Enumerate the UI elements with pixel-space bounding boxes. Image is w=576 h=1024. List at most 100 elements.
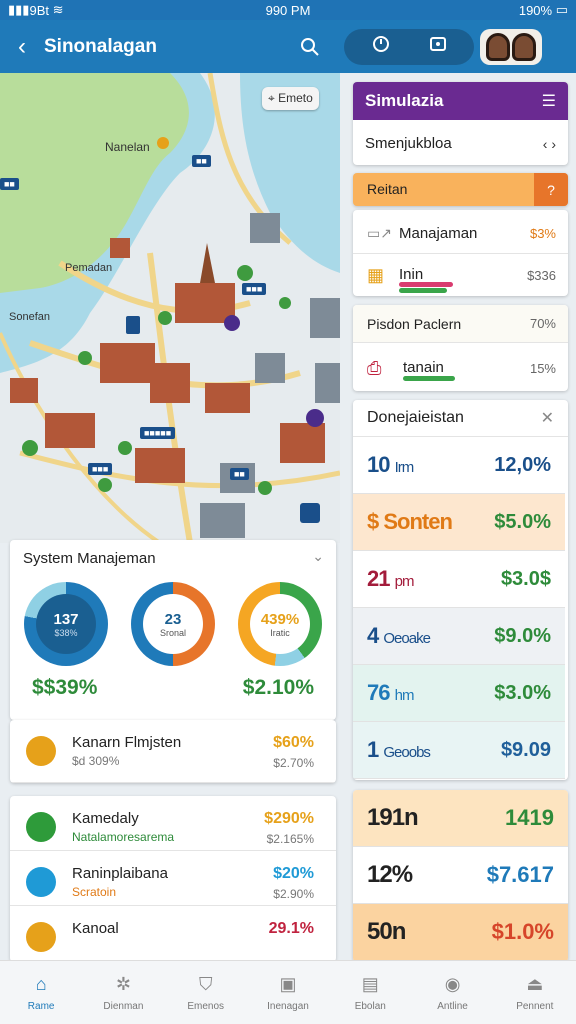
map-locate-button[interactable]: ⌖ Emeto — [262, 87, 319, 110]
nav-item[interactable]: ⌂ Rame — [0, 961, 82, 1024]
simulation-subheader: Smenjukbloa ‹ › — [353, 122, 568, 165]
donut-sub: Iratic — [270, 627, 290, 638]
chevron-down-icon[interactable]: ⌄ — [312, 548, 324, 565]
map-pin-icon: ⌖ — [268, 91, 279, 105]
list-item[interactable]: Kanarn Flmjsten $d 309% $60% $2.70% — [10, 720, 336, 783]
list-card: Kanarn Flmjsten $d 309% $60% $2.70% — [10, 720, 336, 783]
app-bar: ‹ Sinonalagan — [0, 20, 576, 73]
stat-row[interactable]: 50n $1.0% — [353, 904, 568, 961]
nav-label: Rame — [27, 1001, 55, 1012]
system-title: System Manajeman — [23, 550, 156, 567]
packet-row-label: tanain — [403, 359, 444, 376]
list-item-title: Raninplaibana — [72, 865, 168, 882]
packet-title-value: 70% — [529, 316, 556, 331]
list-item-value: $60% — [273, 734, 314, 751]
simulation-title: Simulazia — [365, 91, 444, 110]
list-item-subvalue: $2.90% — [273, 887, 314, 901]
list-item-subtitle: Natalamoresarema — [72, 830, 175, 844]
box-icon — [26, 922, 56, 952]
page-title: Sinonalagan — [44, 35, 157, 57]
donut-chart: 23 Sronal — [131, 582, 215, 666]
donej-row-label: 21 pm — [367, 566, 414, 591]
map-label: Sonefan — [9, 311, 50, 323]
avatar — [486, 32, 510, 61]
donej-title: Donejaieistan — [367, 409, 464, 426]
nav-item[interactable]: ✲ Dienman — [82, 961, 164, 1024]
list-item[interactable]: Kanoal 29.1% — [10, 906, 336, 961]
donut-center: 23 Sronal — [143, 594, 203, 654]
list-item[interactable]: Kamedaly Natalamoresarema $290% $2.165% — [10, 796, 336, 851]
donej-header: Donejaieistan ✕ — [353, 400, 568, 437]
donej-row[interactable]: $ Sonten $5.0% — [353, 494, 565, 551]
compass-icon: ◉ — [444, 973, 461, 994]
nav-item[interactable]: ⛉ Emenos — [165, 961, 247, 1024]
packet-row-value: 15% — [529, 360, 556, 376]
inin-value: $336 — [527, 267, 556, 283]
header-action-group — [344, 28, 474, 65]
donej-row-value: $5.0% — [494, 510, 551, 533]
help-icon[interactable]: ? — [534, 173, 568, 206]
management-row[interactable]: ▭↗ Manajaman $3% — [353, 214, 568, 254]
map-label: Nanelan — [105, 140, 150, 154]
close-icon[interactable]: ✕ — [541, 408, 568, 428]
list-item-value: 29.1% — [268, 920, 314, 937]
nav-arrows-icon[interactable]: ‹ › — [543, 136, 556, 152]
orange-banner[interactable]: Reitan ? — [353, 173, 568, 206]
search-icon[interactable] — [294, 31, 326, 63]
nav-label: Antline — [437, 1001, 468, 1012]
nav-label: Pennent — [516, 1001, 554, 1012]
nav-item[interactable]: ▣ Inenagan — [247, 961, 329, 1024]
donej-row[interactable]: 10 Irm 12,0% — [353, 437, 565, 494]
donej-row-label: 4 Oeoake — [367, 623, 431, 648]
city-map[interactable]: ⌖ Emeto Nanelan Pemadan Sonefan ■■ ■■ ■■… — [0, 73, 340, 543]
progress-bar — [403, 376, 455, 381]
packet-row[interactable]: ⎙ tanain 15% — [353, 345, 568, 391]
donut-sub: $38% — [54, 627, 78, 638]
bottom-nav: ⌂ Rame ✲ Dienman ⛉ Emenos ▣ Inenagan ▤ Ebolan ◉ Ant… — [0, 960, 576, 1024]
donut-main: 439% — [260, 610, 300, 628]
list-item-subvalue: $2.70% — [273, 756, 314, 770]
map-badge: ■■■ — [242, 283, 267, 295]
donej-table: Donejaieistan ✕ 10 Irm 12,0% $ Sonten $5.0… — [353, 400, 568, 780]
camera-icon[interactable] — [428, 34, 448, 59]
donut-center: 439% Iratic — [250, 594, 310, 654]
management-label: Manajaman — [399, 225, 478, 242]
menu-icon[interactable]: ☰ — [542, 91, 556, 111]
donej-row[interactable]: 76 hm $3.0% — [353, 665, 565, 722]
donej-row[interactable]: 1 Geoobs $9.09 — [353, 722, 565, 779]
packet-card: Pisdon Paclern 70% ⎙ tanain 15% — [353, 305, 568, 391]
nav-item[interactable]: ▤ Ebolan — [329, 961, 411, 1024]
list-item-title: Kamedaly — [72, 810, 139, 827]
document-icon: ▣ — [279, 973, 297, 994]
clock-icon[interactable] — [371, 34, 391, 59]
stat-label: 12% — [367, 861, 413, 888]
simulation-header: Simulazia ☰ — [353, 82, 568, 120]
list-item-title: Kanarn Flmjsten — [72, 734, 182, 751]
stat-row[interactable]: 191n 1419 — [353, 790, 568, 847]
list-item-subtitle: $d 309% — [72, 754, 120, 768]
clock: 990 PM — [265, 2, 311, 18]
avatar-group[interactable] — [480, 28, 542, 65]
list-icon: ▤ — [361, 973, 379, 994]
nav-item[interactable]: ⏏ Pennent — [494, 961, 576, 1024]
list-item-title: Kanoal — [72, 920, 119, 937]
back-arrow-icon[interactable]: ‹ — [0, 33, 44, 61]
donej-row-value: $9.09 — [500, 738, 551, 761]
map-badge: ■■ — [0, 178, 19, 190]
list-item[interactable]: Raninplaibana Scratoin $20% $2.90% — [10, 851, 336, 906]
donej-row[interactable]: 21 pm $3.0$ — [353, 551, 565, 608]
system-right-value: $2.10% — [242, 676, 314, 699]
donej-row[interactable]: 4 Oeoake $9.0% — [353, 608, 565, 665]
stat-value: 1419 — [505, 805, 554, 830]
donut-chart: 137 $38% — [24, 582, 108, 666]
progress-bar — [399, 282, 453, 287]
inin-label-group: Inin — [399, 266, 453, 293]
map-canvas — [0, 73, 340, 543]
inin-row[interactable]: ▦ Inin $336 — [353, 254, 568, 296]
avatar — [512, 32, 536, 61]
nav-item[interactable]: ◉ Antline — [411, 961, 493, 1024]
donej-row-label: 10 Irm — [367, 452, 414, 477]
stat-row[interactable]: 12% $7.617 — [353, 847, 568, 904]
stat-value: $7.617 — [486, 862, 554, 887]
banner-label: Reitan — [367, 181, 408, 197]
